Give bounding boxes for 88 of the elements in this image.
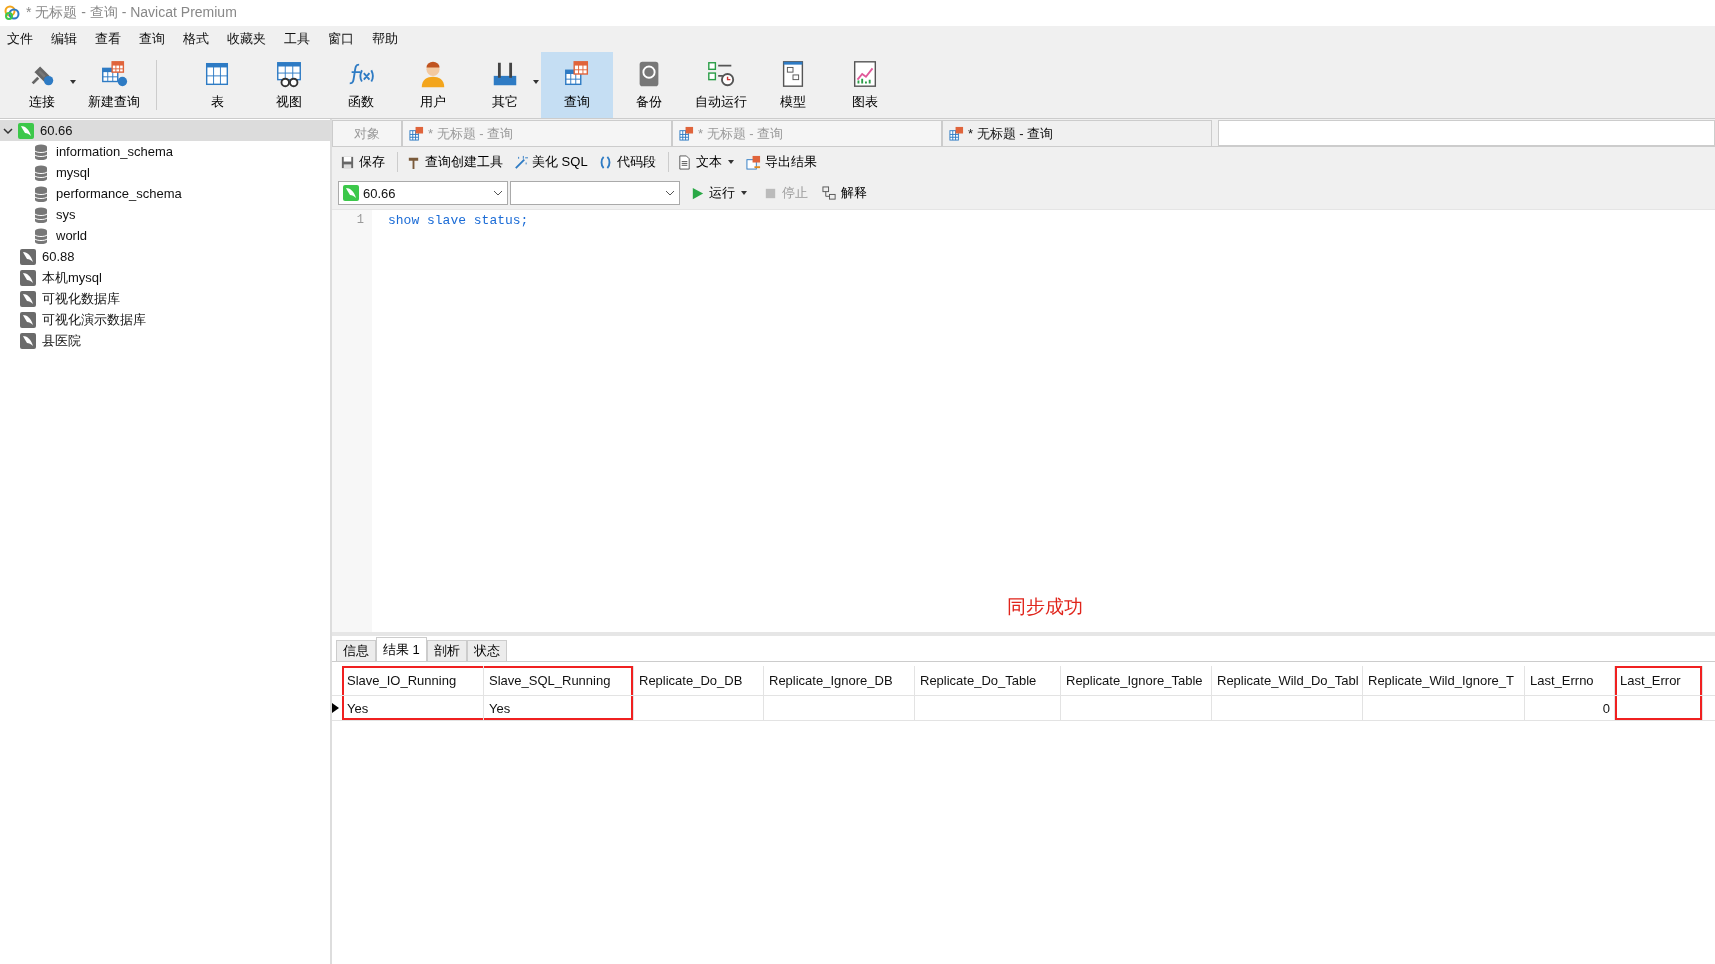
database-icon (34, 164, 48, 181)
table-cell: Yes (342, 696, 484, 720)
database-icon (34, 143, 48, 160)
chevron-icon[interactable] (3, 125, 13, 136)
line-number: 1 (356, 213, 364, 229)
database-item[interactable]: sys (0, 204, 330, 225)
database-item[interactable]: information_schema (0, 141, 330, 162)
toolbar-button[interactable]: 保存 (338, 151, 391, 173)
column-header[interactable]: Slave_IO_Running (342, 666, 484, 695)
connection-item[interactable]: 60.66 (0, 120, 330, 141)
toolbar-button[interactable]: 查询 (541, 52, 613, 118)
toolbar-button[interactable]: 新建查询 (78, 52, 150, 118)
menu-item[interactable]: 帮助 (367, 30, 411, 48)
caret-icon[interactable] (739, 190, 749, 196)
text-icon (676, 154, 692, 170)
database-item[interactable]: world (0, 225, 330, 246)
column-header[interactable]: Last_Errno (1525, 666, 1615, 695)
caret-icon[interactable] (70, 80, 76, 84)
view-icon (274, 59, 304, 89)
query-icon (949, 126, 964, 141)
database-icon (34, 206, 48, 223)
explain-button[interactable]: 解释 (818, 182, 871, 204)
menu-item[interactable]: 文件 (2, 30, 46, 48)
toolbar-button[interactable]: 文本 (674, 151, 742, 173)
menu-item[interactable]: 编辑 (46, 30, 90, 48)
connection-item[interactable]: 本机mysql (0, 267, 330, 288)
menu-item[interactable]: 收藏夹 (222, 30, 279, 48)
editor-tab[interactable]: * 无标题 - 查询 (942, 120, 1212, 146)
app-logo-icon (4, 5, 20, 21)
run-button[interactable]: 运行 (686, 182, 753, 204)
toolbar-button[interactable]: 自动运行 (685, 52, 757, 118)
toolbar-button[interactable]: 函数 (325, 52, 397, 118)
toolbar-button[interactable]: 模型 (757, 52, 829, 118)
caret-icon[interactable] (533, 80, 539, 84)
database-icon (34, 185, 48, 202)
toolbar-button[interactable]: 其它 (469, 52, 541, 118)
connection-select[interactable]: 60.66 (338, 181, 508, 205)
annotation-text: 同步成功 (1007, 595, 1083, 619)
chevron-icon (493, 190, 503, 196)
schedule-icon (706, 59, 736, 89)
toolbar-button[interactable]: 连接 (6, 52, 78, 118)
toolbar-button[interactable]: 导出结果 (743, 151, 823, 173)
result-tab[interactable]: 状态 (466, 640, 507, 661)
result-tab[interactable]: 剖析 (426, 640, 467, 661)
newquery-icon (99, 59, 129, 89)
result-tab[interactable]: 信息 (336, 640, 376, 661)
chevron-icon (665, 190, 675, 196)
column-header[interactable]: Replicate_Do_DB (634, 666, 764, 695)
result-tab[interactable]: 结果 1 (376, 637, 427, 661)
connection-item[interactable]: 可视化演示数据库 (0, 309, 330, 330)
menu-item[interactable]: 工具 (279, 30, 323, 48)
connection-item[interactable]: 县医院 (0, 330, 330, 351)
menu-item[interactable]: 格式 (178, 30, 222, 48)
connection-item[interactable]: 60.88 (0, 246, 330, 267)
export-icon (745, 154, 761, 170)
explain-icon (822, 185, 837, 201)
code-line: show slave status; (388, 213, 529, 230)
toolbar-button[interactable]: 备份 (613, 52, 685, 118)
toolbar-button[interactable]: 查询创建工具 (404, 151, 509, 173)
database-item[interactable]: mysql (0, 162, 330, 183)
toolbar-button[interactable]: 视图 (253, 52, 325, 118)
column-header[interactable]: Replicate_Ignore_Table (1061, 666, 1212, 695)
query-icon (409, 126, 424, 141)
column-header[interactable]: Last_Error (1615, 666, 1703, 695)
toolbar-button[interactable]: 用户 (397, 52, 469, 118)
toolbar-button[interactable]: 表 (181, 52, 253, 118)
run-icon (690, 185, 705, 201)
column-header[interactable]: Replicate_Wild_Do_Tabl (1212, 666, 1363, 695)
column-header[interactable]: Replicate_Wild_Ignore_T (1363, 666, 1525, 695)
window-title: * 无标题 - 查询 - Navicat Premium (26, 4, 237, 22)
table-cell: 0 (1525, 696, 1615, 720)
toolbar-button[interactable]: 代码段 (595, 151, 662, 173)
toolbar-button[interactable]: 美化 SQL (511, 151, 594, 173)
database-icon (34, 227, 48, 244)
column-header[interactable]: Replicate_Ignore_DB (764, 666, 915, 695)
menu-item[interactable]: 查询 (134, 30, 178, 48)
menu-item[interactable]: 查看 (90, 30, 134, 48)
database-item[interactable]: performance_schema (0, 183, 330, 204)
column-header[interactable]: Slave_SQL_Running (484, 666, 634, 695)
connection-item[interactable]: 可视化数据库 (0, 288, 330, 309)
query-icon (679, 126, 694, 141)
beautify-icon (513, 154, 528, 170)
column-header[interactable]: Replicate_Do_Table (915, 666, 1061, 695)
toolbar-button[interactable]: 图表 (829, 52, 901, 118)
menu-item[interactable]: 窗口 (323, 30, 367, 48)
table-cell: Yes (484, 696, 634, 720)
save-icon (340, 154, 355, 170)
caret-icon[interactable] (725, 159, 736, 165)
